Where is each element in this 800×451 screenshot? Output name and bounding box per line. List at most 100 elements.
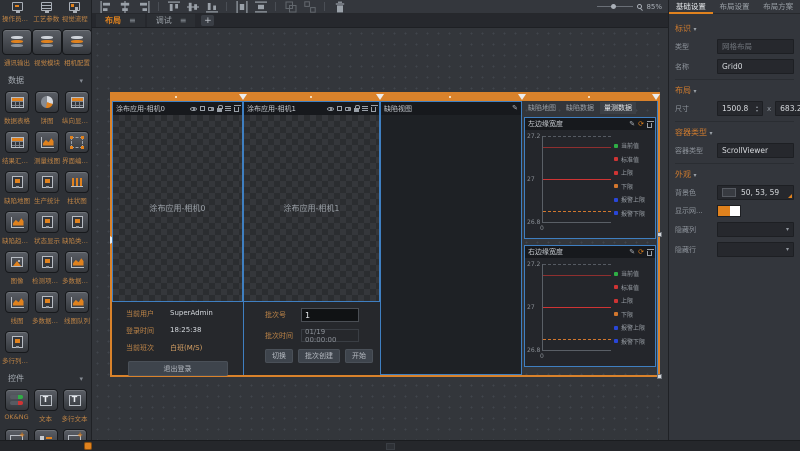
data-tab-量测数据[interactable]: 量测数据: [600, 102, 636, 114]
eye-icon[interactable]: [327, 107, 334, 111]
module-item-通讯输出[interactable]: 通讯输出: [2, 29, 32, 67]
chart-panel-1[interactable]: 右边缘宽度✎⟳27.22726.80当前值标准值上限下限报警上限报警下限: [524, 245, 656, 367]
palette-item-缺陷地图[interactable]: 缺陷地图: [2, 171, 32, 205]
edit-icon[interactable]: ✎: [629, 249, 635, 256]
spinner-arrows-icon[interactable]: ▴▾: [756, 105, 758, 112]
align-middle-icon[interactable]: [187, 1, 199, 13]
zoom-slider[interactable]: [597, 6, 633, 7]
palette-item-OK&NG[interactable]: OK&NG: [2, 389, 31, 423]
palette-item-生产统计[interactable]: 生产统计: [32, 171, 62, 205]
camera0-image-area[interactable]: 涂布应用-相机0: [113, 115, 242, 301]
lock-icon[interactable]: [354, 108, 359, 112]
zoom-slider-knob[interactable]: [611, 4, 616, 9]
chevron-down-icon[interactable]: ▾: [694, 88, 697, 95]
fit-view-icon[interactable]: [337, 106, 342, 111]
palette-item-多数据趋...[interactable]: 多数据趋...: [32, 291, 62, 325]
prop-tab-布局方案[interactable]: 布局方案: [756, 0, 800, 14]
list-icon[interactable]: [225, 106, 231, 111]
align-bottom-icon[interactable]: [206, 1, 218, 13]
palette-item-图像[interactable]: 图像: [2, 251, 32, 285]
edit-icon[interactable]: ✎: [629, 121, 635, 128]
trash-icon[interactable]: [647, 123, 652, 128]
palette-item-柱状图[interactable]: 柱状图: [62, 171, 92, 205]
refresh-icon[interactable]: ⟳: [638, 121, 644, 128]
camera0-panel[interactable]: 涂布应用-相机0 涂布应用-相机0: [112, 101, 243, 302]
palette-item-饼图[interactable]: 饼图: [32, 91, 62, 125]
batch-time-value[interactable]: 01/19 00:00:00: [301, 329, 359, 342]
document-tab-调试[interactable]: 调试≡: [147, 14, 196, 27]
trash-icon[interactable]: [334, 1, 346, 13]
lock-icon[interactable]: [217, 108, 222, 112]
batch-button-开始[interactable]: 开始: [345, 349, 373, 363]
palette-item-线图[interactable]: 线图: [2, 291, 32, 325]
edit-icon[interactable]: ✎: [512, 105, 518, 112]
palette-item-纵向显示...[interactable]: 纵向显示...: [62, 91, 92, 125]
prop-tab-布局设置[interactable]: 布局设置: [713, 0, 757, 14]
section-header-数据[interactable]: 数据▾: [0, 69, 91, 89]
refresh-icon[interactable]: ⟳: [638, 249, 644, 256]
camera1-image-area[interactable]: 涂布应用-相机1: [244, 115, 379, 301]
hide-column-dropdown[interactable]: ▾: [717, 222, 794, 237]
palette-item-数据表格[interactable]: 数据表格: [2, 91, 32, 125]
defect-view-panel[interactable]: 缺陷视图 ✎: [380, 101, 522, 375]
tab-menu-icon[interactable]: ≡: [129, 16, 136, 25]
distribute-vertical-icon[interactable]: [255, 1, 267, 13]
align-center-horizontal-icon[interactable]: [119, 1, 131, 13]
defect-view-area[interactable]: [381, 115, 521, 374]
palette-item-多行列表...[interactable]: 多行列表...: [2, 331, 32, 365]
design-canvas[interactable]: 涂布应用-相机0 涂布应用-相机0: [92, 28, 668, 440]
palette-item-文本[interactable]: 文本: [31, 389, 60, 423]
chevron-down-icon[interactable]: ▾: [694, 26, 697, 33]
grid-color-swatch[interactable]: [717, 205, 741, 217]
align-left-icon[interactable]: [100, 1, 112, 13]
module-item-相机配置[interactable]: 相机配置: [62, 29, 92, 67]
trash-icon[interactable]: [234, 107, 239, 112]
palette-item-检测项目执...[interactable]: 检测项目执...: [32, 251, 62, 285]
notification-badge[interactable]: [84, 442, 92, 450]
prop-tab-基础设置[interactable]: 基础设置: [669, 0, 713, 14]
palette-item-缺陷类别图[interactable]: 缺陷类别图: [62, 211, 92, 245]
module-item-视觉模块[interactable]: 视觉模块: [32, 29, 62, 67]
list-icon[interactable]: [362, 106, 368, 111]
section-header-控件[interactable]: 控件▾: [0, 367, 91, 387]
container-type-field[interactable]: ScrollViewer: [717, 143, 794, 158]
distribute-horizontal-icon[interactable]: [236, 1, 248, 13]
trash-icon[interactable]: [371, 107, 376, 112]
palette-item-复选框[interactable]: 复选框: [31, 429, 60, 440]
palette-item-状态显示[interactable]: 状态显示: [32, 211, 62, 245]
batch-no-input[interactable]: [301, 308, 359, 322]
grid-column-header[interactable]: [112, 94, 658, 101]
palette-item-测量线图[interactable]: 测量线图: [32, 131, 62, 165]
quick-item-视觉流程[interactable]: 视觉流程: [61, 2, 90, 23]
data-tab-缺陷地图[interactable]: 缺陷地图: [524, 102, 560, 114]
ungroup-icon[interactable]: [304, 1, 316, 13]
hide-row-dropdown[interactable]: ▾: [717, 242, 794, 257]
resize-handle-br[interactable]: [657, 374, 662, 379]
selected-grid-frame[interactable]: 涂布应用-相机0 涂布应用-相机0: [110, 92, 660, 377]
fit-view-icon[interactable]: [200, 106, 205, 111]
palette-item-结果汇总...[interactable]: 结果汇总...: [2, 131, 32, 165]
palette-item-缺陷趋势图[interactable]: 缺陷趋势图: [2, 211, 32, 245]
bg-color-field[interactable]: 50, 53, 59: [717, 185, 794, 200]
quick-item-工艺参数[interactable]: 工艺参数: [32, 2, 61, 23]
align-top-icon[interactable]: [168, 1, 180, 13]
palette-item-线图队列[interactable]: 线图队列: [62, 291, 92, 325]
height-spinner[interactable]: 683.2▴▾: [775, 101, 800, 116]
resize-handle-r[interactable]: [657, 232, 662, 237]
batch-button-批次创建[interactable]: 批次创建: [298, 349, 340, 363]
grid-splitter-line[interactable]: [657, 101, 658, 375]
data-tab-缺陷数据[interactable]: 缺陷数据: [562, 102, 598, 114]
palette-item-文本框[interactable]: 文本框: [2, 429, 31, 440]
chevron-down-icon[interactable]: ▾: [710, 130, 713, 137]
quick-item-操作员面板[interactable]: 操作员面板: [2, 2, 32, 23]
chevron-down-icon[interactable]: ▾: [694, 172, 697, 179]
align-right-icon[interactable]: [138, 1, 150, 13]
panel-grip[interactable]: [386, 443, 395, 450]
palette-item-多行文本[interactable]: 多行文本: [60, 389, 89, 423]
width-spinner[interactable]: 1500.8▴▾: [717, 101, 763, 116]
group-icon[interactable]: [285, 1, 297, 13]
name-field[interactable]: Grid0: [717, 59, 794, 74]
tab-menu-icon[interactable]: ≡: [180, 16, 187, 25]
trash-icon[interactable]: [647, 251, 652, 256]
camera1-panel[interactable]: 涂布应用-相机1 涂布应用-相机1: [243, 101, 380, 302]
